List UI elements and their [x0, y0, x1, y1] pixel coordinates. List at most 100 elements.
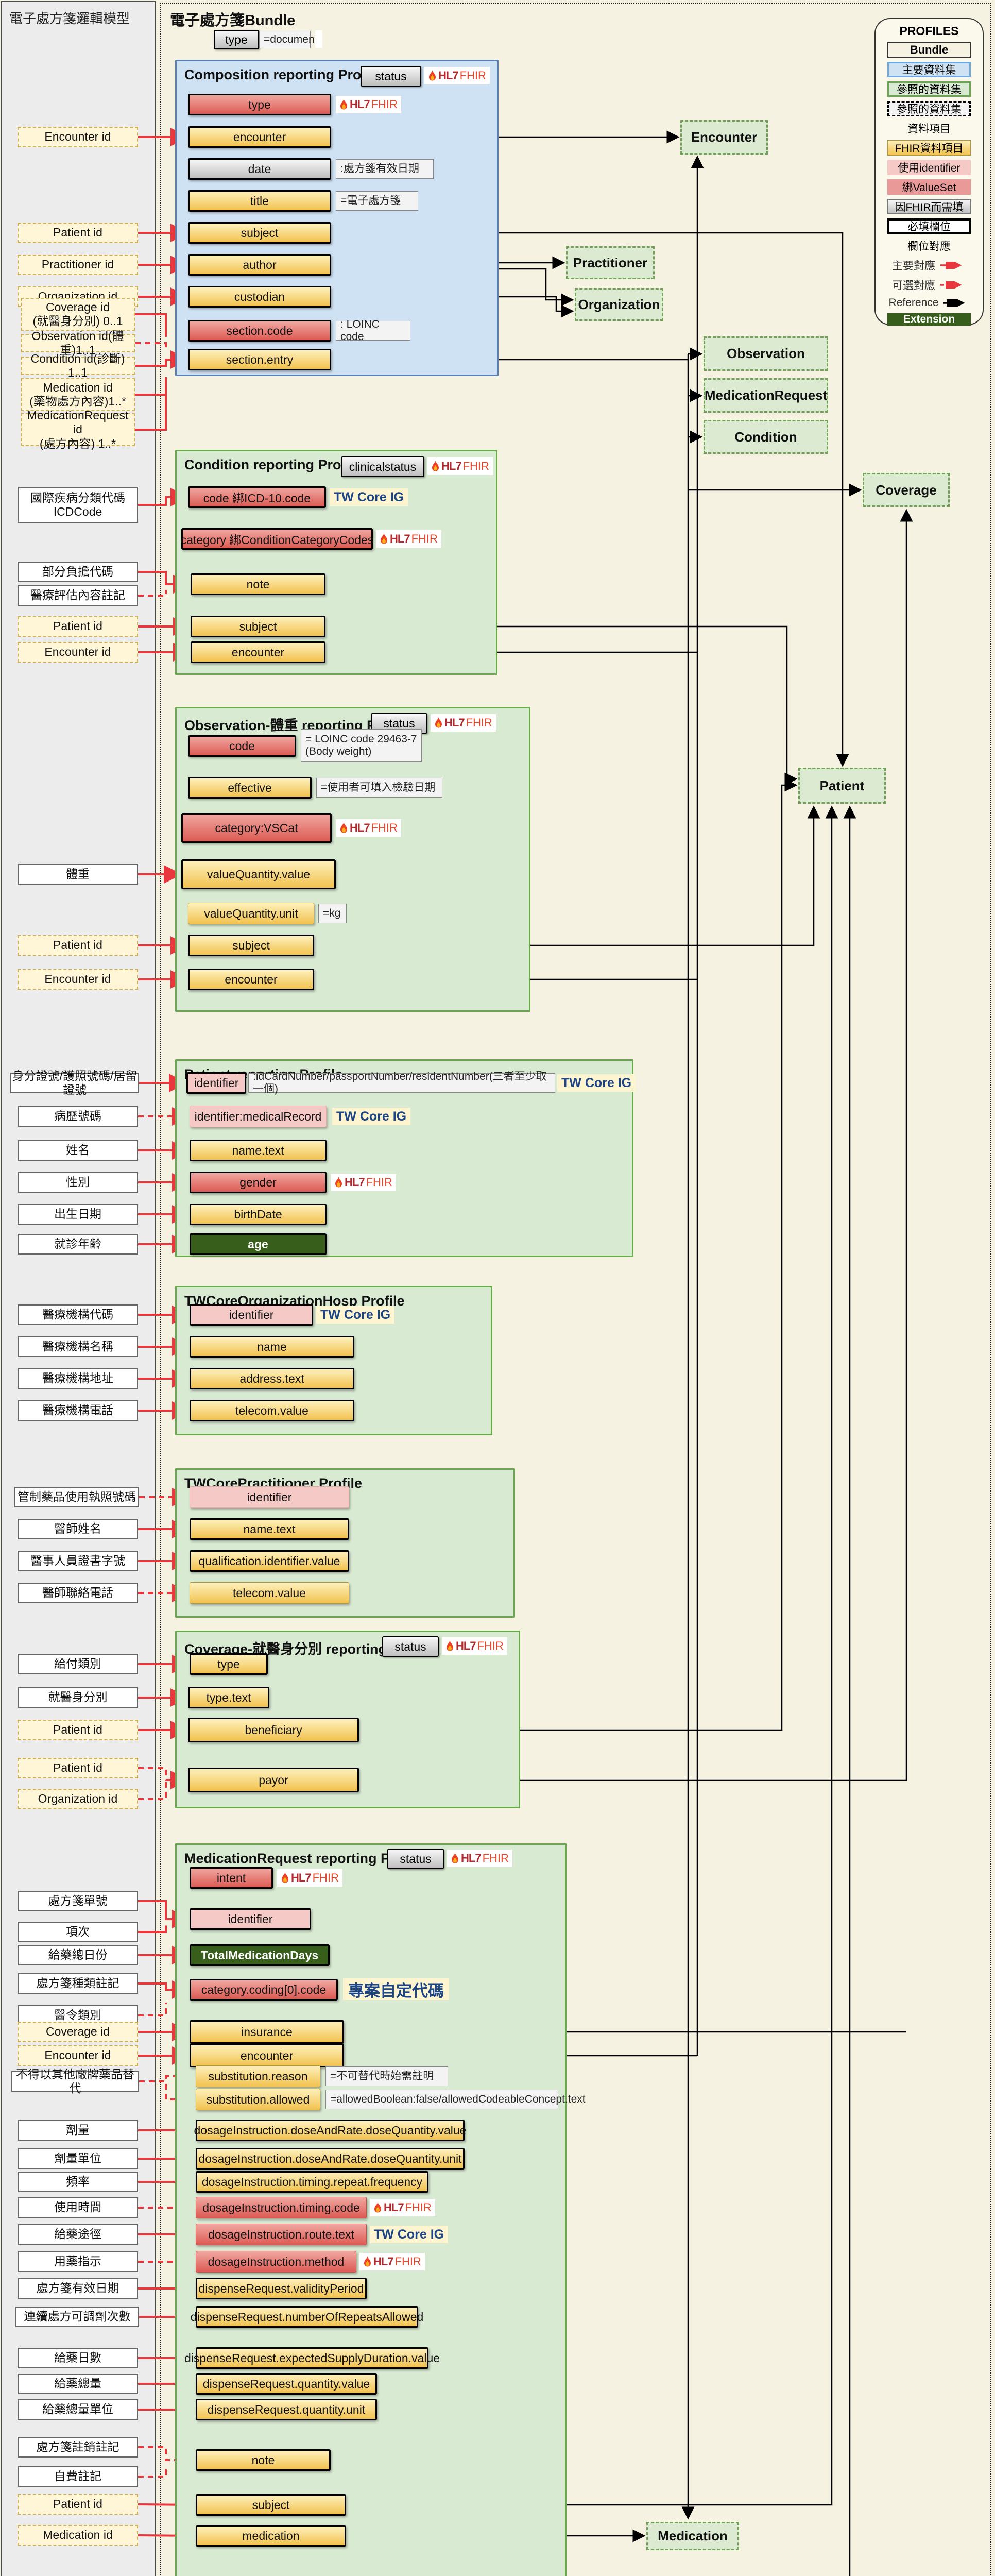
note-composition-section.code: : LOINC code — [336, 321, 410, 341]
profile-title-composition: Composition reporting Profile — [184, 67, 382, 83]
field-medicationrequest-insurance: insurance — [190, 2020, 344, 2044]
label-org-address: 醫療機構地址 — [18, 1368, 138, 1389]
ref-observation: Observation — [704, 336, 828, 371]
field-observation-encounter: encounter — [188, 969, 314, 990]
label-supply-days: 給藥日數 — [18, 2348, 138, 2368]
field-observation-subject: subject — [188, 935, 314, 956]
field-medicationrequest-encounter: encounter — [190, 2044, 344, 2067]
field-composition-type: type — [188, 94, 331, 115]
field-composition-author: author — [188, 254, 331, 276]
legend-item-2: 參照的資料集 — [887, 81, 971, 97]
note-observation-valueQuantity.unit: =kg — [318, 904, 347, 923]
label-encounter-id-1: Encounter id — [18, 127, 138, 147]
legend-item-0: Bundle — [887, 42, 971, 58]
legend-extension: Extension — [887, 313, 971, 326]
legend-item-5: FHIR資料項目 — [887, 140, 971, 156]
legend-item-8: 因FHIR而需填 — [887, 199, 971, 214]
field-coverage-payor: payor — [188, 1768, 359, 1792]
hl7-fhir-logo: HL7FHIR — [427, 457, 493, 475]
ref-medicationrequest: MedicationRequest — [704, 378, 828, 413]
custom-code-tag: 專案自定代碼 — [343, 1978, 449, 2000]
label-medical-note: 醫療評估內容註記 — [18, 585, 138, 606]
field-composition-date: date — [188, 158, 331, 180]
tw-core-ig-tag: TW Core IG — [316, 1306, 394, 1324]
note-composition-title: =電子處方箋 — [336, 191, 418, 211]
label-national-id: 身分證號/護照號碼/居留證號 — [10, 1073, 139, 1093]
field-medicationrequest-note: note — [196, 2449, 331, 2471]
field-medicationrequest-dispenseRequest.quantity.unit: dispenseRequest.quantity.unit — [196, 2399, 377, 2420]
hl7-fhir-logo — [315, 30, 322, 48]
field-medicationrequest-category.coding[0].code: category.coding[0].code — [190, 1979, 338, 2001]
field-medicationrequest-dosageInstruction.doseAndRate.doseQuantity.unit: dosageInstruction.doseAndRate.doseQuanti… — [196, 2148, 465, 2170]
field-patient-name.text: name.text — [190, 1140, 327, 1161]
bundle-title: 電子處方箋Bundle — [170, 8, 295, 30]
panel-title: 電子處方箋邏輯模型 — [9, 8, 130, 27]
label-doctor-phone: 醫師聯絡電話 — [18, 1583, 138, 1603]
label-frequency-label: 頻率 — [18, 2172, 138, 2192]
field-organization-name: name — [190, 1336, 354, 1358]
hl7-fhir-logo: HL7FHIR — [359, 2253, 425, 2270]
legend-item-3: 參照的資料集 — [887, 101, 971, 116]
field-patient-age: age — [190, 1233, 327, 1255]
ref-patient: Patient — [798, 768, 886, 804]
legend-mapping-2: Reference — [889, 297, 970, 309]
hl7-fhir-logo: HL7FHIR — [370, 2199, 435, 2216]
field-medicationrequest-identifier: identifier — [190, 1908, 311, 1930]
label-dose-unit: 劑量單位 — [18, 2148, 138, 2169]
label-no-substitution: 不得以其他廠牌藥品替代 — [11, 2071, 139, 2092]
label-medical-record-no: 病歷號碼 — [18, 1106, 138, 1127]
note-patient-identifier: :idCardNumber/passportNumber/residentNum… — [248, 1073, 555, 1093]
label-observation-id-ref: Observation id(體重)1..1 — [21, 334, 135, 352]
status-chip-condition: clinicalstatus — [341, 456, 424, 477]
legend-item-1: 主要資料集 — [887, 62, 971, 77]
field-organization-identifier: identifier — [190, 1304, 313, 1326]
field-organization-address.text: address.text — [190, 1368, 354, 1389]
field-condition-encounter: encounter — [191, 641, 325, 663]
label-encounter-id-2: Encounter id — [18, 642, 138, 663]
label-doctor-name: 醫師姓名 — [18, 1519, 138, 1539]
label-self-pay-note: 自費註記 — [18, 2466, 138, 2487]
label-patient-id-4: Patient id — [18, 1720, 138, 1740]
field-coverage-beneficiary: beneficiary — [188, 1718, 359, 1742]
ref-organization: Organization — [575, 288, 663, 321]
profile-title-condition: Condition reporting Profile — [184, 457, 361, 473]
tw-core-ig-tag: TW Core IG — [370, 2226, 448, 2243]
label-condition-id-ref: Condition id(診斷) 1..1 — [21, 357, 135, 375]
label-practitioner-id: Practitioner id — [18, 255, 138, 275]
label-birthdate-label: 出生日期 — [18, 1204, 138, 1225]
field-observation-valueQuantity.unit: valueQuantity.unit — [188, 903, 314, 924]
legend-item-6: 使用identifier — [887, 160, 971, 175]
legend-title: PROFILES — [899, 24, 958, 38]
field-observation-valueQuantity.value: valueQuantity.value — [181, 859, 336, 889]
label-cert-no: 醫事人員證書字號 — [18, 1551, 138, 1571]
label-weight: 體重 — [18, 864, 138, 885]
ref-practitioner: Practitioner — [566, 246, 655, 279]
field-medicationrequest-dosageInstruction.route.text: dosageInstruction.route.text — [196, 2224, 367, 2245]
note-composition-date: :處方箋有效日期 — [336, 159, 434, 179]
ref-coverage: Coverage — [863, 473, 950, 507]
label-patient-id-5: Patient id — [18, 1758, 138, 1778]
field-medicationrequest-dosageInstruction.timing.code: dosageInstruction.timing.code — [196, 2197, 367, 2218]
field-organization-telecom.value: telecom.value — [190, 1400, 354, 1421]
field-practitioner-telecom.value: telecom.value — [190, 1582, 349, 1604]
field-observation-category:VSCat: category:VSCat — [181, 813, 332, 843]
tw-core-ig-tag: TW Core IG — [332, 1108, 410, 1125]
field-patient-birthDate: birthDate — [190, 1204, 327, 1225]
hl7-fhir-logo: HL7FHIR — [336, 819, 401, 837]
field-condition-code: code 綁ICD-10.code — [188, 486, 326, 508]
field-medicationrequest-substitution.allowed: substitution.allowed — [196, 2089, 320, 2110]
label-org-code: 醫療機構代碼 — [18, 1304, 138, 1325]
label-payment-type: 給付類別 — [18, 1654, 138, 1674]
label-medication-id-ref: Medication id(藥物處方內容)1..* — [21, 378, 135, 411]
field-observation-code: code — [188, 735, 296, 757]
legend-item-4: 資料項目 — [907, 121, 951, 136]
field-practitioner-name.text: name.text — [190, 1518, 349, 1540]
bundle-type-chip: type — [214, 30, 259, 49]
field-coverage-type.text: type.text — [188, 1687, 269, 1708]
label-identity-type: 就醫身分別 — [18, 1687, 138, 1708]
label-icd-code: 國際疾病分類代碼ICDCode — [18, 487, 138, 523]
label-coverage-id-2: Coverage id — [18, 2022, 138, 2042]
label-usage-instruction: 用藥指示 — [18, 2251, 138, 2272]
field-patient-identifier: identifier — [186, 1072, 246, 1094]
label-medication-id-2: Medication id — [18, 2525, 138, 2546]
